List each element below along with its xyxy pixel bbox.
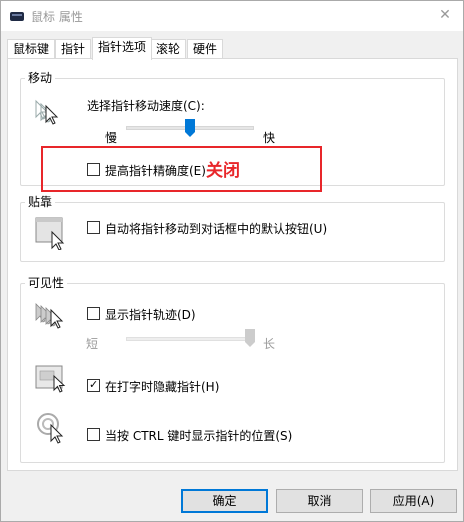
close-button[interactable]: ✕ bbox=[433, 3, 457, 27]
pointer-location-icon bbox=[37, 413, 64, 444]
motion-group-title: 移动 bbox=[25, 71, 56, 85]
show-location-ctrl-label[interactable]: 当按 CTRL 键时显示指针的位置(S) bbox=[105, 427, 292, 444]
snap-to-icon bbox=[35, 217, 65, 250]
cancel-button[interactable]: 取消 bbox=[276, 489, 363, 513]
visibility-group-title: 可见性 bbox=[25, 276, 68, 290]
tab-hardware[interactable]: 硬件 bbox=[187, 39, 224, 59]
window-title: 鼠标 属性 bbox=[31, 10, 83, 24]
mouse-icon bbox=[10, 12, 24, 21]
hide-while-typing-checkbox[interactable]: ✓ bbox=[87, 378, 100, 392]
ok-button[interactable]: 确定 bbox=[181, 489, 268, 513]
apply-button[interactable]: 应用(A) bbox=[370, 489, 457, 513]
pointer-trails-checkbox[interactable] bbox=[87, 307, 100, 320]
hide-pointer-icon bbox=[35, 365, 66, 393]
snap-to-default-label[interactable]: 自动将指针移动到对话框中的默认按钮(U) bbox=[105, 220, 327, 237]
slow-label: 慢 bbox=[105, 131, 118, 145]
mouse-properties-window: 鼠标 属性 ✕ 鼠标键 指针 指针选项 滚轮 硬件 移动 选择指针移动速度(C)… bbox=[0, 0, 464, 522]
trail-length-track bbox=[126, 337, 250, 341]
tab-wheel[interactable]: 滚轮 bbox=[150, 39, 187, 59]
fast-label: 快 bbox=[263, 131, 276, 145]
trail-length-slider[interactable] bbox=[245, 329, 255, 347]
tab-pointer-options[interactable]: 指针选项 bbox=[92, 37, 153, 60]
short-label: 短 bbox=[86, 337, 99, 351]
long-label: 长 bbox=[263, 337, 276, 351]
pointer-options-panel: 移动 选择指针移动速度(C): 慢 快 提高指针精确度(E) 贴靠 自动将指针移… bbox=[7, 58, 458, 471]
hide-while-typing-label[interactable]: 在打字时隐藏指针(H) bbox=[105, 378, 219, 395]
tab-pointers[interactable]: 指针 bbox=[55, 39, 92, 59]
pointer-trails-label[interactable]: 显示指针轨迹(D) bbox=[105, 306, 196, 323]
pointer-speed-label: 选择指针移动速度(C): bbox=[87, 99, 205, 113]
annotation-text: 关闭 bbox=[206, 161, 240, 181]
pointer-speed-slider[interactable] bbox=[185, 119, 195, 137]
tab-buttons[interactable]: 鼠标键 bbox=[7, 39, 56, 59]
snap-to-default-checkbox[interactable] bbox=[87, 221, 100, 234]
pointer-speed-icon bbox=[35, 99, 59, 125]
snap-group-title: 贴靠 bbox=[25, 195, 56, 209]
pointer-trails-icon bbox=[35, 303, 64, 329]
title-bar: 鼠标 属性 ✕ bbox=[1, 1, 463, 31]
annotation-highlight-box bbox=[41, 146, 322, 192]
show-location-ctrl-checkbox[interactable] bbox=[87, 428, 100, 441]
